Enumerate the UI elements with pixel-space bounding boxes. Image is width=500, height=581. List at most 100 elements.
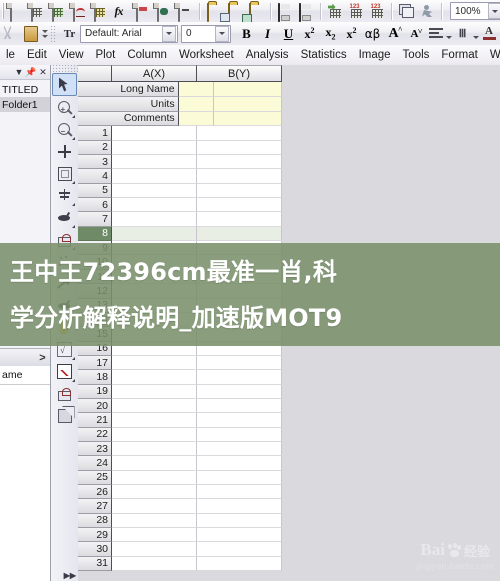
menu-plot[interactable]: Plot	[90, 47, 122, 63]
worksheet-cell[interactable]	[197, 169, 282, 184]
row-header[interactable]: 8	[78, 226, 112, 242]
worksheet-cell[interactable]	[112, 542, 197, 557]
row-header[interactable]: 5	[78, 183, 112, 199]
underline-button[interactable]: U	[278, 24, 299, 44]
plot-region-tool[interactable]	[53, 361, 76, 382]
worksheet-cell[interactable]	[112, 398, 197, 414]
row-header[interactable]: 27	[78, 499, 112, 514]
worksheet-cell[interactable]	[197, 126, 282, 141]
import-single-ascii-button[interactable]	[325, 1, 346, 21]
worksheet-cell[interactable]	[213, 96, 282, 112]
row-header[interactable]: 4	[78, 169, 112, 184]
worksheet-cell[interactable]	[197, 183, 282, 199]
chevron-down-icon[interactable]	[215, 25, 229, 42]
font-type-icon-button[interactable]: Tr	[59, 24, 80, 44]
new-function-plot-button[interactable]: fx	[112, 1, 133, 21]
row-header[interactable]: 2	[78, 140, 112, 156]
worksheet-cell[interactable]	[197, 542, 282, 557]
worksheet-cell[interactable]	[112, 556, 197, 572]
save-project-button[interactable]	[275, 1, 296, 22]
worksheet-cell[interactable]	[197, 456, 282, 471]
decrease-font-button[interactable]: A ˅	[404, 24, 425, 44]
worksheet-cell[interactable]	[112, 140, 197, 156]
column-header-b[interactable]: B(Y)	[197, 65, 282, 82]
worksheet-cell[interactable]	[197, 198, 282, 213]
supersubscript-button[interactable]: x2	[341, 24, 362, 44]
worksheet-cell[interactable]	[112, 198, 197, 213]
font-family-combo[interactable]: Default: Arial	[80, 24, 178, 43]
close-icon[interactable]: ✕	[38, 67, 48, 78]
worksheet-cell[interactable]	[197, 556, 282, 572]
worksheet-cell[interactable]	[197, 528, 282, 543]
tree-item-untitled[interactable]: TITLED	[0, 82, 50, 97]
save-template-button[interactable]	[296, 1, 317, 22]
worksheet-cell[interactable]	[112, 355, 197, 371]
superscript-button[interactable]: x2	[299, 24, 320, 44]
greek-button[interactable]: αβ	[362, 24, 383, 44]
format-toolbar-grip[interactable]	[49, 25, 56, 42]
menu-worksheet[interactable]: Worksheet	[173, 47, 240, 63]
worksheet-cell[interactable]	[112, 441, 197, 457]
duplicate-button[interactable]	[396, 1, 417, 21]
menu-analysis[interactable]: Analysis	[240, 47, 295, 63]
bold-button[interactable]: B	[236, 24, 257, 44]
worksheet-cell[interactable]	[197, 212, 282, 227]
new-layout-button[interactable]	[133, 1, 154, 22]
worksheet-cell[interactable]	[213, 111, 282, 127]
worksheet-cell[interactable]	[112, 212, 197, 227]
chevron-down-icon[interactable]	[162, 25, 176, 42]
meta-row-label[interactable]: Comments	[78, 111, 179, 127]
new-project-button[interactable]	[7, 1, 28, 22]
new-matrix-button[interactable]	[91, 1, 112, 22]
run-script-button[interactable]	[417, 1, 438, 21]
menu-image[interactable]: Image	[353, 47, 397, 63]
pointer-tool[interactable]	[52, 73, 77, 96]
menu-column[interactable]: Column	[121, 47, 173, 63]
worksheet-cell[interactable]	[112, 413, 197, 428]
import-multiple-ascii-button[interactable]: 123	[346, 1, 367, 21]
worksheet-cell[interactable]	[178, 96, 214, 112]
row-header[interactable]: 24	[78, 456, 112, 471]
worksheet-cell[interactable]	[112, 370, 197, 385]
data-reader-tool[interactable]	[53, 163, 76, 184]
row-header[interactable]: 28	[78, 513, 112, 529]
menu-view[interactable]: View	[53, 47, 90, 63]
mask-region-tool[interactable]	[53, 383, 76, 404]
menu-tools[interactable]: Tools	[397, 47, 436, 63]
worksheet-cell[interactable]	[197, 226, 282, 242]
new-workbook-button[interactable]	[28, 1, 49, 22]
worksheet-cell[interactable]	[112, 470, 197, 485]
zoom-combo[interactable]: 100%	[450, 2, 500, 20]
rotate-text-button[interactable]: Ⅲ	[452, 24, 473, 44]
tools-palette-grip[interactable]	[51, 65, 78, 72]
worksheet-cell[interactable]	[178, 82, 214, 97]
pin-icon[interactable]: 📌	[25, 67, 36, 78]
row-header[interactable]: 19	[78, 384, 112, 399]
import-wizard-button[interactable]: 123	[367, 1, 388, 21]
worksheet-cell[interactable]	[112, 384, 197, 399]
zoom-in-tool[interactable]: +	[53, 97, 76, 118]
worksheet-cell[interactable]	[197, 513, 282, 529]
row-header[interactable]: 23	[78, 441, 112, 457]
menu-format[interactable]: Format	[435, 47, 483, 63]
toolbar-overflow-button[interactable]	[42, 25, 48, 43]
worksheet-cell[interactable]	[112, 169, 197, 184]
subscript-button[interactable]: x2	[320, 24, 341, 44]
worksheet-cell[interactable]	[197, 470, 282, 485]
data-selector-tool[interactable]	[53, 185, 76, 206]
select-all-corner[interactable]	[78, 65, 112, 82]
worksheet-cell[interactable]	[112, 528, 197, 543]
menu-edit[interactable]: Edit	[21, 47, 53, 63]
new-notes-button[interactable]	[154, 1, 175, 22]
column-header-a[interactable]: A(X)	[112, 65, 197, 82]
worksheet-cell[interactable]	[197, 413, 282, 428]
tree-item-folder1[interactable]: Folder1	[0, 97, 50, 112]
row-header[interactable]: 21	[78, 413, 112, 428]
new-from-template-button[interactable]	[175, 1, 196, 22]
chevron-down-icon[interactable]	[488, 3, 500, 19]
tools-overflow-button[interactable]: ▶▶	[64, 571, 76, 580]
row-header[interactable]: 22	[78, 427, 112, 442]
row-header[interactable]: 7	[78, 212, 112, 227]
menu-file[interactable]: le	[0, 47, 21, 63]
worksheet-cell[interactable]	[112, 456, 197, 471]
